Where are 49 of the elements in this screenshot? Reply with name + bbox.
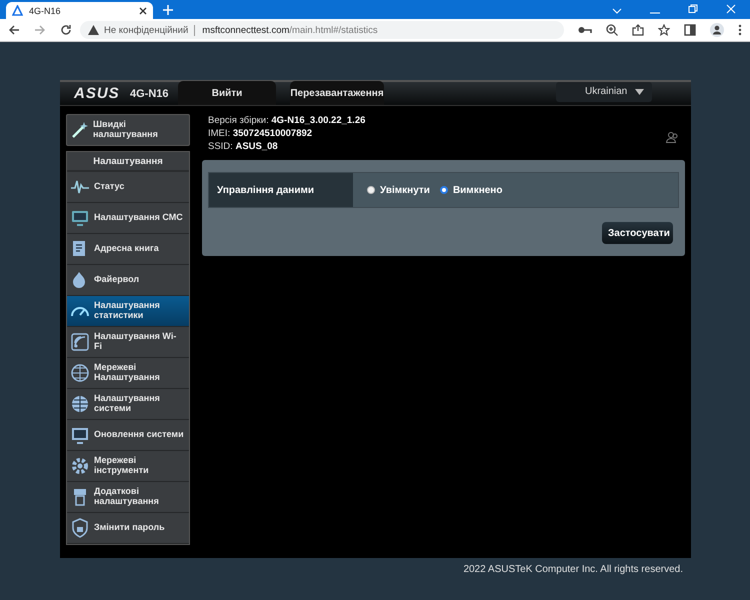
monitor-icon [70, 425, 90, 445]
security-label: Не конфіденційний [104, 24, 196, 36]
globe-icon [70, 363, 90, 383]
sidebar-item[interactable]: Налаштування статистики [67, 296, 189, 327]
globe-icon [70, 394, 90, 414]
info-line: Версія збірки: 4G-N16_3.00.22_1.26 [208, 114, 366, 127]
reload-icon[interactable] [60, 24, 72, 36]
monitor-icon [70, 208, 90, 228]
setting-label: Управління даними [209, 173, 353, 207]
menu-icon[interactable] [738, 24, 742, 36]
chevron-down-icon[interactable] [612, 8, 622, 14]
info-line: IMEI: 350724510007892 [208, 127, 312, 140]
url-host: msftconnecttest.com [202, 24, 290, 36]
radio-option[interactable]: Вимкнено [440, 184, 502, 196]
radio-option[interactable]: Увімкнути [367, 184, 430, 196]
minimize-icon[interactable] [650, 12, 660, 14]
url-path: /main.html#/statistics [289, 24, 378, 36]
header-button[interactable]: Вийти [178, 81, 276, 105]
radio-button[interactable] [367, 186, 375, 194]
shield-icon [70, 518, 90, 538]
language-dropdown[interactable]: Ukrainian [556, 82, 652, 102]
info-line: SSID: ASUS_08 [208, 140, 278, 153]
wand-icon [71, 121, 89, 139]
close-icon[interactable] [726, 4, 736, 14]
radio-button[interactable] [440, 186, 448, 194]
share-icon[interactable] [632, 24, 644, 36]
address-bar[interactable]: Не конфіденційний msftconnecttest.com/main.html#/statistics [80, 21, 564, 39]
header-button[interactable]: Перезавантаження [290, 81, 384, 105]
triangle-icon [12, 5, 23, 16]
tab-title: 4G-N16 [29, 6, 62, 16]
zoom-icon[interactable] [606, 24, 618, 36]
new-tab-icon[interactable] [163, 5, 173, 15]
browser-tab[interactable]: 4G-N16 [6, 2, 153, 19]
key-icon[interactable] [578, 26, 592, 34]
profile-icon[interactable] [710, 23, 724, 37]
quick-setup-button[interactable]: Швидкі налаштування [66, 114, 190, 146]
star-icon[interactable] [658, 24, 670, 36]
apply-button[interactable]: Застосувати [602, 222, 673, 244]
gear-icon [70, 456, 90, 476]
close-tab-icon[interactable] [139, 6, 147, 14]
logo: ASUS [74, 85, 121, 102]
model-name: 4G-N16 [130, 88, 170, 100]
copyright-text: 2022 ASUSTeK Computer Inc. All rights reserved. [462, 563, 684, 575]
warning-icon [88, 25, 99, 35]
side-panel-icon[interactable] [684, 24, 696, 36]
restore-icon[interactable] [688, 4, 698, 14]
caret-icon [635, 88, 644, 94]
back-icon[interactable] [8, 24, 20, 36]
users-icon[interactable] [666, 132, 679, 143]
